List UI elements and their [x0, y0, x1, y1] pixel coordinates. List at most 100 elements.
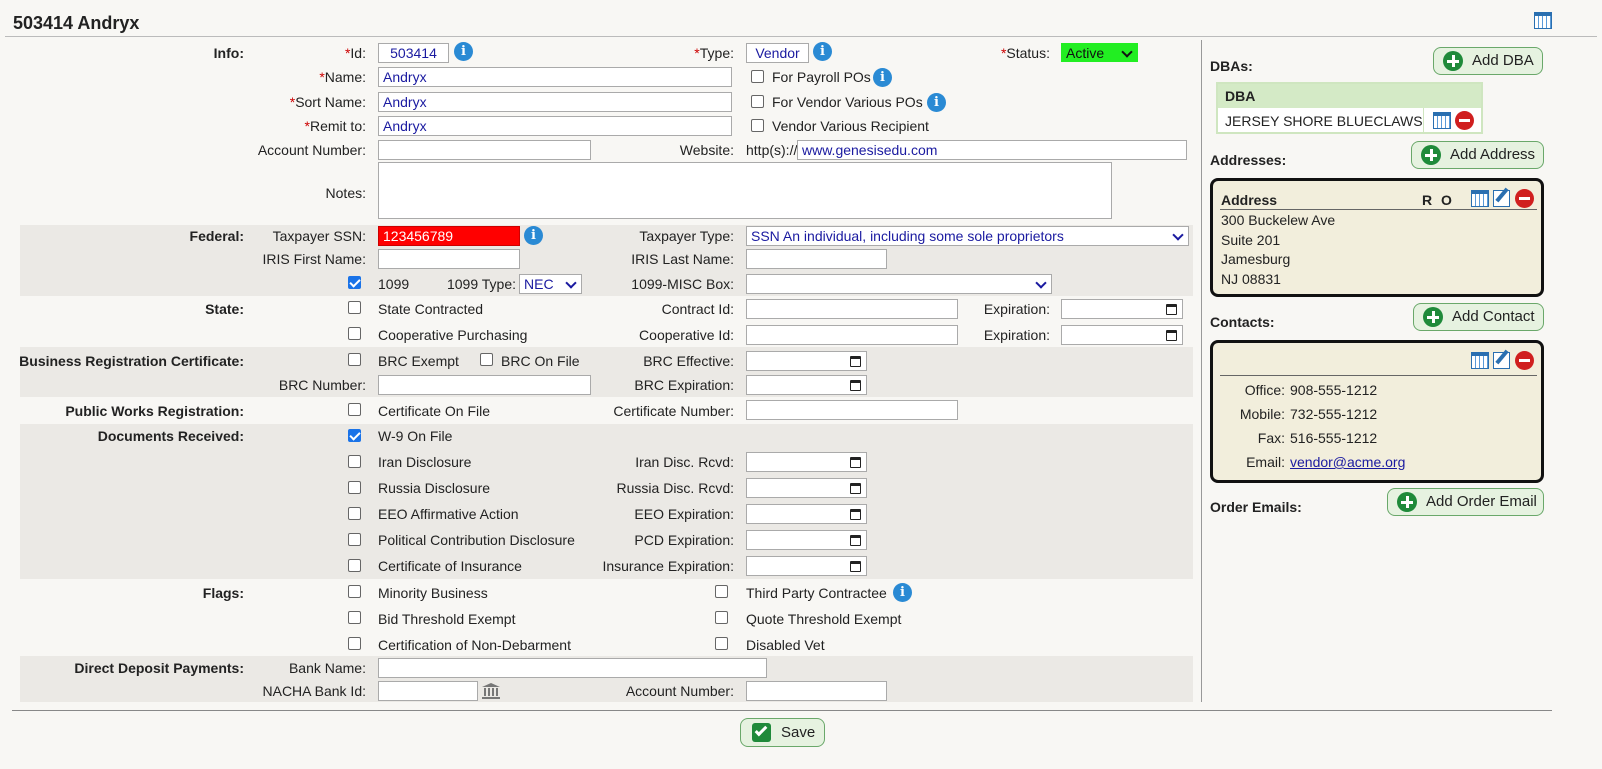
brc-number-input[interactable]: [378, 375, 591, 395]
1099-misc-select[interactable]: [746, 274, 1052, 294]
add-dba-button[interactable]: Add DBA: [1433, 47, 1543, 75]
delete-icon[interactable]: [1515, 189, 1534, 208]
brc-effective-date[interactable]: [746, 351, 867, 371]
1099-misc-label: 1099-MISC Box:: [631, 276, 734, 292]
cert-on-file-checkbox[interactable]: [348, 403, 361, 416]
cert-number-input[interactable]: [746, 400, 958, 420]
remit-input[interactable]: Andryx: [378, 116, 732, 136]
section-dd: Direct Deposit Payments:: [74, 660, 244, 676]
add-address-button[interactable]: Add Address: [1411, 141, 1544, 169]
dd-account-input[interactable]: [746, 681, 887, 701]
ssn-input[interactable]: 123456789: [378, 226, 520, 246]
dba-table: DBA JERSEY SHORE BLUECLAWS: [1216, 82, 1483, 134]
add-order-email-button[interactable]: Add Order Email: [1387, 488, 1544, 516]
edit-icon[interactable]: [1493, 190, 1510, 207]
minority-checkbox[interactable]: [348, 585, 361, 598]
calendar-icon[interactable]: [1534, 12, 1552, 29]
quote-checkbox[interactable]: [715, 611, 728, 624]
contacts-label: Contacts:: [1210, 314, 1275, 330]
pcd-exp-date[interactable]: [746, 530, 867, 550]
address-card: Address R O 300 Buckelew Ave Suite 201 J…: [1210, 178, 1544, 297]
iran-checkbox[interactable]: [348, 455, 361, 468]
bid-checkbox[interactable]: [348, 611, 361, 624]
state-contracted-checkbox[interactable]: [348, 301, 361, 314]
ins-exp-date[interactable]: [746, 556, 867, 576]
calendar-icon[interactable]: [1471, 352, 1489, 369]
bank-name-input[interactable]: [378, 658, 767, 678]
pcd-checkbox[interactable]: [348, 533, 361, 546]
delete-icon[interactable]: [1455, 111, 1474, 130]
brc-on-file-checkbox[interactable]: [480, 353, 493, 366]
third-party-checkbox[interactable]: [715, 585, 728, 598]
fax-value: 516-555-1212: [1290, 430, 1378, 446]
order-emails-label: Order Emails:: [1210, 499, 1302, 515]
third-party-info-icon[interactable]: i: [893, 583, 912, 602]
add-icon: [1397, 492, 1417, 512]
ssn-info-icon[interactable]: i: [524, 226, 543, 245]
email-link[interactable]: vendor@acme.org: [1290, 453, 1405, 471]
dbas-label: DBAs:: [1210, 58, 1253, 74]
account-number-input[interactable]: [378, 140, 591, 160]
coi-checkbox[interactable]: [348, 559, 361, 572]
add-contact-label: Add Contact: [1452, 308, 1535, 325]
calendar-icon[interactable]: [1471, 190, 1489, 207]
bank-icon[interactable]: [482, 683, 500, 699]
save-button[interactable]: Save: [740, 718, 825, 747]
for-vendor-various-label: For Vendor Various POs: [772, 94, 923, 110]
state-expiration-date[interactable]: [1061, 299, 1183, 319]
id-info-icon[interactable]: i: [454, 42, 473, 61]
dd-account-label: Account Number:: [625, 683, 734, 699]
brc-exempt-checkbox[interactable]: [348, 353, 361, 366]
account-number-label: Account Number:: [257, 142, 366, 158]
name-input[interactable]: Andryx: [378, 67, 732, 87]
brc-expiration-date[interactable]: [746, 375, 867, 395]
taxpayer-type-select[interactable]: SSN An individual, including some sole p…: [746, 226, 1189, 246]
quote-label: Quote Threshold Exempt: [746, 611, 902, 627]
fax-label: Fax:: [1257, 430, 1285, 446]
page-title: 503414 Andryx: [13, 13, 140, 33]
coop-purchasing-checkbox[interactable]: [348, 327, 361, 340]
vertical-divider: [1201, 40, 1202, 702]
notes-textarea[interactable]: [378, 162, 1112, 219]
nacha-input[interactable]: [378, 681, 478, 701]
check-icon: [752, 723, 771, 742]
chevron-down-icon: [1172, 229, 1184, 241]
for-vendor-various-checkbox[interactable]: [751, 95, 764, 108]
eeo-checkbox[interactable]: [348, 507, 361, 520]
iran-rcvd-date[interactable]: [746, 452, 867, 472]
vendor-various-recipient-checkbox[interactable]: [751, 119, 764, 132]
website-input[interactable]: www.genesisedu.com: [797, 140, 1187, 160]
section-pwr: Public Works Registration:: [65, 403, 244, 419]
contract-id-input[interactable]: [746, 299, 958, 319]
eeo-exp-date[interactable]: [746, 504, 867, 524]
for-payroll-checkbox[interactable]: [751, 70, 764, 83]
coop-id-input[interactable]: [746, 325, 958, 345]
section-info: Info:: [213, 45, 244, 61]
coop-expiration-date[interactable]: [1061, 325, 1183, 345]
iris-last-input[interactable]: [746, 249, 887, 269]
section-brc: Business Registration Certificate:: [19, 353, 244, 369]
status-select[interactable]: Active: [1061, 43, 1138, 62]
iris-first-input[interactable]: [378, 249, 520, 269]
nondebar-checkbox[interactable]: [348, 637, 361, 650]
add-icon: [1443, 51, 1463, 71]
calendar-icon[interactable]: [1433, 112, 1451, 129]
status-value: Active: [1066, 45, 1105, 61]
for-vendor-various-info-icon[interactable]: i: [927, 93, 946, 112]
address-divider: [1220, 209, 1537, 210]
w9-checkbox[interactable]: [348, 429, 361, 442]
russia-rcvd-date[interactable]: [746, 478, 867, 498]
edit-icon[interactable]: [1493, 352, 1510, 369]
contact-card: Office: 908-555-1212 Mobile: 732-555-121…: [1210, 340, 1544, 483]
name-label: *Name:: [319, 69, 366, 85]
add-contact-button[interactable]: Add Contact: [1413, 303, 1544, 331]
for-payroll-info-icon[interactable]: i: [873, 68, 892, 87]
russia-checkbox[interactable]: [348, 481, 361, 494]
1099-type-select[interactable]: NEC: [519, 274, 582, 294]
sortname-input[interactable]: Andryx: [378, 92, 732, 112]
1099-checkbox[interactable]: [348, 276, 361, 289]
delete-icon[interactable]: [1515, 351, 1534, 370]
vet-checkbox[interactable]: [715, 637, 728, 650]
type-info-icon[interactable]: i: [813, 42, 832, 61]
address-line-2: Suite 201: [1221, 232, 1281, 248]
